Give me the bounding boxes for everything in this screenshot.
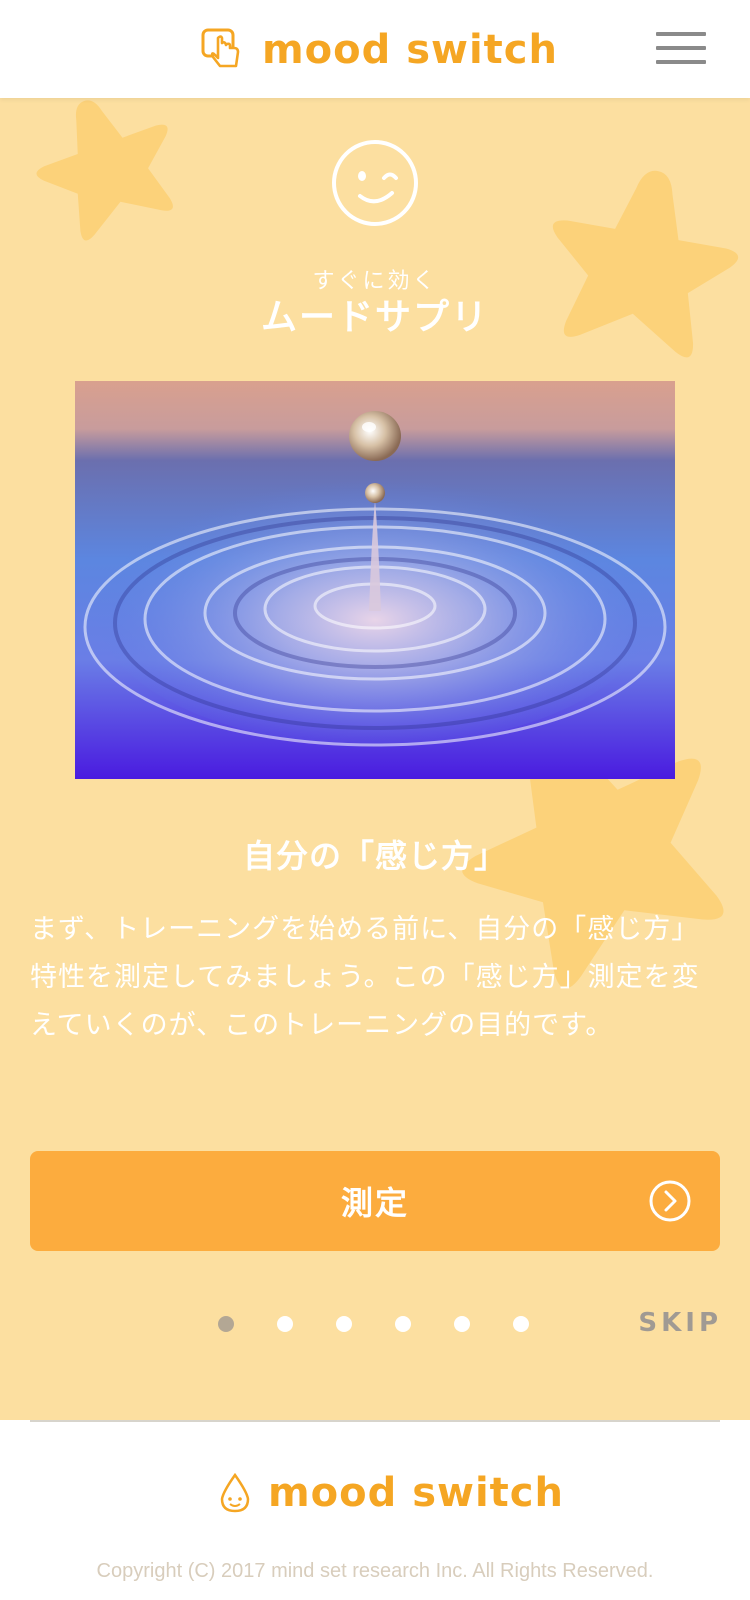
winking-face-icon <box>332 140 418 226</box>
hamburger-menu-icon[interactable] <box>656 32 706 64</box>
measure-button[interactable]: 測定 <box>30 1151 720 1251</box>
measure-button-label: 測定 <box>340 1184 409 1222</box>
pagination-dot[interactable] <box>454 1316 470 1332</box>
pagination-dot[interactable] <box>277 1316 293 1332</box>
footer-brand-text: mood switch <box>268 1470 564 1516</box>
pagination-dot[interactable] <box>218 1316 234 1332</box>
pagination-dot[interactable] <box>395 1316 411 1332</box>
circle-chevron-right-icon <box>649 1180 691 1222</box>
header-logo[interactable]: mood switch <box>200 22 558 78</box>
water-drop-ripple-photo <box>75 381 675 779</box>
page-footer: mood switch Copyright (C) 2017 mind set … <box>0 1420 750 1600</box>
pagination-dots <box>218 1316 529 1332</box>
header-brand-text: mood switch <box>262 27 558 73</box>
description-text: まず、トレーニングを始める前に、自分の「感じ方」特性を測定してみましょう。この「… <box>30 914 700 1041</box>
copyright-text: Copyright (C) 2017 mind set research Inc… <box>96 1560 654 1582</box>
star-decoration <box>36 100 173 241</box>
hand-pointer-icon <box>200 24 248 76</box>
hero-title: ムードサプリ <box>260 297 489 338</box>
footer-divider <box>30 1420 720 1422</box>
footer-logo[interactable]: mood switch <box>218 1470 564 1516</box>
app-header: mood switch <box>0 0 750 98</box>
section-title: 自分の「感じ方」 <box>242 837 507 875</box>
pagination-dot[interactable] <box>513 1316 529 1332</box>
main-content: すぐに効く ムードサプリ 自分の「感じ方」 まず、トレーニングを始める前に、自分… <box>0 98 750 1420</box>
pagination-dot[interactable] <box>336 1316 352 1332</box>
skip-button[interactable]: SKIP <box>638 1308 722 1338</box>
drop-face-icon <box>220 1472 250 1513</box>
